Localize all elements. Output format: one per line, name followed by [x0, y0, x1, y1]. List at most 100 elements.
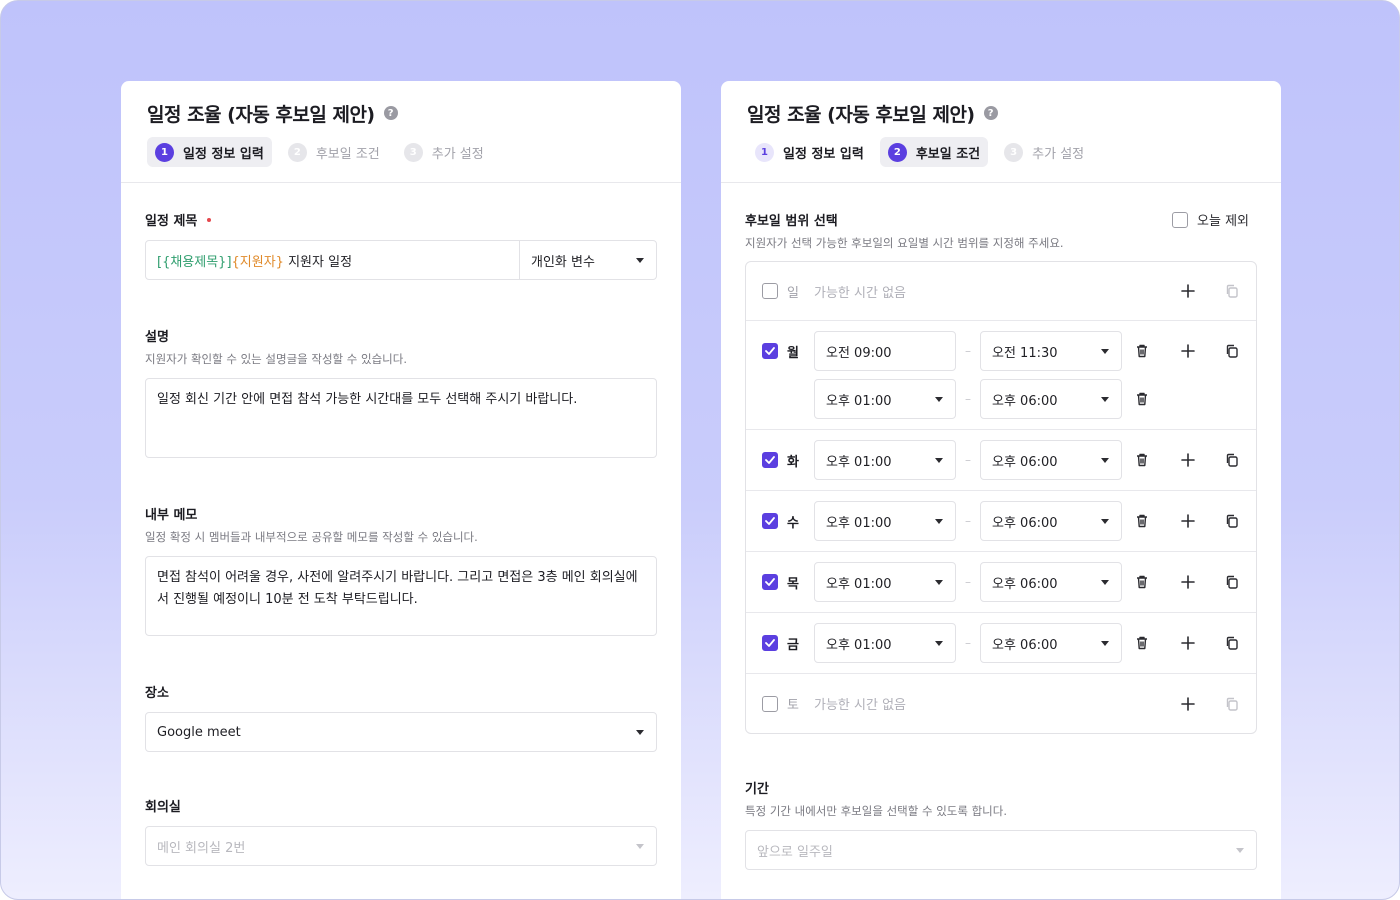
memo-textarea[interactable]: 면접 참석이 어려울 경우, 사전에 알려주시기 바랍니다. 그리고 면접은 3…	[145, 556, 657, 636]
copy-icon[interactable]	[1224, 574, 1240, 590]
personalization-variable-select[interactable]: 개인화 변수	[520, 241, 656, 279]
step-label: 후보일 조건	[915, 146, 981, 162]
plus-icon[interactable]	[1180, 635, 1196, 651]
time-slot: 오후 01:00 – 오후 06:00	[814, 562, 1180, 602]
start-time-select[interactable]: 오후 01:00	[814, 440, 956, 480]
day-checkbox[interactable]	[762, 513, 778, 529]
step-candidate-conditions[interactable]: 2 후보일 조건	[879, 137, 989, 167]
end-time-select[interactable]: 오후 06:00	[980, 379, 1122, 419]
step-candidate-conditions[interactable]: 2 후보일 조건	[280, 137, 388, 167]
chevron-down-icon	[1236, 847, 1244, 853]
step-label: 추가 설정	[431, 146, 484, 162]
variable-job-title: [{채용제목}]	[157, 254, 232, 270]
select-value: 메인 회의실 2번	[157, 840, 246, 856]
range-separator: –	[965, 514, 971, 528]
required-dot	[207, 217, 212, 222]
copy-icon[interactable]	[1224, 513, 1240, 529]
start-time-select[interactable]: 오후 01:00	[814, 379, 956, 419]
day-actions	[1180, 491, 1240, 551]
period-label: 기간	[745, 782, 769, 797]
plus-icon[interactable]	[1180, 574, 1196, 590]
end-time-select[interactable]: 오전 11:30	[980, 331, 1122, 371]
start-time-select[interactable]: 오후 01:00	[814, 623, 956, 663]
plus-icon[interactable]	[1180, 452, 1196, 468]
end-time-select[interactable]: 오후 06:00	[980, 501, 1122, 541]
trash-icon[interactable]	[1134, 635, 1150, 651]
schedule-panel-step2: 일정 조율 (자동 후보일 제안) ? 1 일정 정보 입력 2 후보일 조건 …	[721, 81, 1281, 899]
trash-icon[interactable]	[1134, 391, 1150, 407]
chevron-down-icon	[935, 457, 943, 463]
panel-header: 일정 조율 (자동 후보일 제안) ? 1 일정 정보 입력 2 후보일 조건 …	[121, 81, 681, 183]
time-value: 오전 11:30	[992, 345, 1058, 361]
day-checkbox[interactable]	[762, 343, 778, 359]
time-value: 오후 06:00	[992, 393, 1058, 409]
day-checkbox[interactable]	[762, 695, 778, 712]
chevron-down-icon	[935, 518, 943, 524]
place-label: 장소	[145, 686, 169, 701]
copy-icon[interactable]	[1224, 452, 1240, 468]
checkbox-label: 오늘 제외	[1197, 214, 1249, 229]
plus-icon[interactable]	[1180, 696, 1196, 712]
chevron-down-icon	[1101, 396, 1109, 402]
trash-icon[interactable]	[1134, 574, 1150, 590]
step-schedule-info[interactable]: 1 일정 정보 입력	[747, 137, 872, 167]
copy-icon[interactable]	[1224, 343, 1240, 359]
day-checkbox[interactable]	[762, 283, 778, 299]
help-icon[interactable]: ?	[983, 106, 998, 120]
day-name: 금	[787, 637, 799, 653]
chevron-down-icon	[1101, 348, 1109, 354]
copy-icon[interactable]	[1224, 696, 1240, 712]
trash-icon[interactable]	[1134, 452, 1150, 468]
start-time-select[interactable]: 오후 01:00	[814, 501, 956, 541]
step-schedule-info[interactable]: 1 일정 정보 입력	[147, 137, 272, 167]
copy-icon[interactable]	[1224, 283, 1240, 299]
time-value: 오후 01:00	[826, 454, 892, 470]
plus-icon[interactable]	[1180, 513, 1196, 529]
start-time-select[interactable]: 오후 01:00	[814, 562, 956, 602]
schedule-title-input[interactable]: [{채용제목}] {지원자} 지원자 일정	[146, 241, 520, 279]
period-hint: 특정 기간 내에서만 후보일을 선택할 수 있도록 합니다.	[745, 804, 1008, 818]
chevron-down-icon	[935, 640, 943, 646]
day-row-fri: 금 오후 01:00 – 오후 06:00	[746, 613, 1256, 674]
day-actions	[1180, 613, 1240, 673]
description-label: 설명	[145, 330, 169, 345]
checkbox[interactable]	[1172, 211, 1189, 228]
time-value: 오전 09:00	[826, 345, 892, 361]
time-slot: 오후 01:00 – 오후 06:00	[814, 440, 1180, 480]
chevron-down-icon	[636, 843, 644, 849]
room-label: 회의실	[145, 800, 181, 815]
help-icon[interactable]: ?	[383, 106, 398, 120]
day-checkbox[interactable]	[762, 452, 778, 468]
memo-hint: 일정 확정 시 멤버들과 내부적으로 공유할 메모를 작성할 수 있습니다.	[145, 530, 478, 544]
day-checkbox[interactable]	[762, 635, 778, 651]
trash-icon[interactable]	[1134, 343, 1150, 359]
plus-icon[interactable]	[1180, 343, 1196, 359]
step-extra-settings[interactable]: 3 추가 설정	[396, 137, 492, 167]
range-separator: –	[965, 575, 971, 589]
room-select[interactable]: 메인 회의실 2번	[145, 826, 657, 866]
day-name: 일	[787, 285, 799, 301]
day-actions	[1180, 321, 1240, 381]
day-checkbox[interactable]	[762, 574, 778, 590]
step-extra-settings[interactable]: 3 추가 설정	[996, 137, 1092, 167]
variable-applicant: {지원자}	[231, 254, 284, 270]
no-time-text: 가능한 시간 없음	[814, 285, 906, 301]
chevron-down-icon	[935, 396, 943, 402]
step-number: 3	[1004, 142, 1024, 162]
range-separator: –	[965, 453, 971, 467]
exclude-today-checkbox[interactable]: 오늘 제외	[1172, 210, 1249, 229]
place-select[interactable]: Google meet	[145, 712, 657, 752]
day-actions	[1180, 552, 1240, 612]
plus-icon[interactable]	[1180, 283, 1196, 299]
start-time-input[interactable]: 오전 09:00	[814, 331, 956, 371]
copy-icon[interactable]	[1224, 635, 1240, 651]
end-time-select[interactable]: 오후 06:00	[980, 623, 1122, 663]
description-textarea[interactable]: 일정 회신 기간 안에 면접 참석 가능한 시간대를 모두 선택해 주시기 바랍…	[145, 378, 657, 458]
end-time-select[interactable]: 오후 06:00	[980, 562, 1122, 602]
period-select[interactable]: 앞으로 일주일	[745, 830, 1257, 870]
no-time-text: 가능한 시간 없음	[814, 698, 906, 713]
weekday-range-list: 일 가능한 시간 없음 월 오전 09:00 – 오전 11:30 오후 01:…	[745, 261, 1257, 734]
trash-icon[interactable]	[1134, 513, 1150, 529]
day-actions	[1180, 430, 1240, 490]
end-time-select[interactable]: 오후 06:00	[980, 440, 1122, 480]
